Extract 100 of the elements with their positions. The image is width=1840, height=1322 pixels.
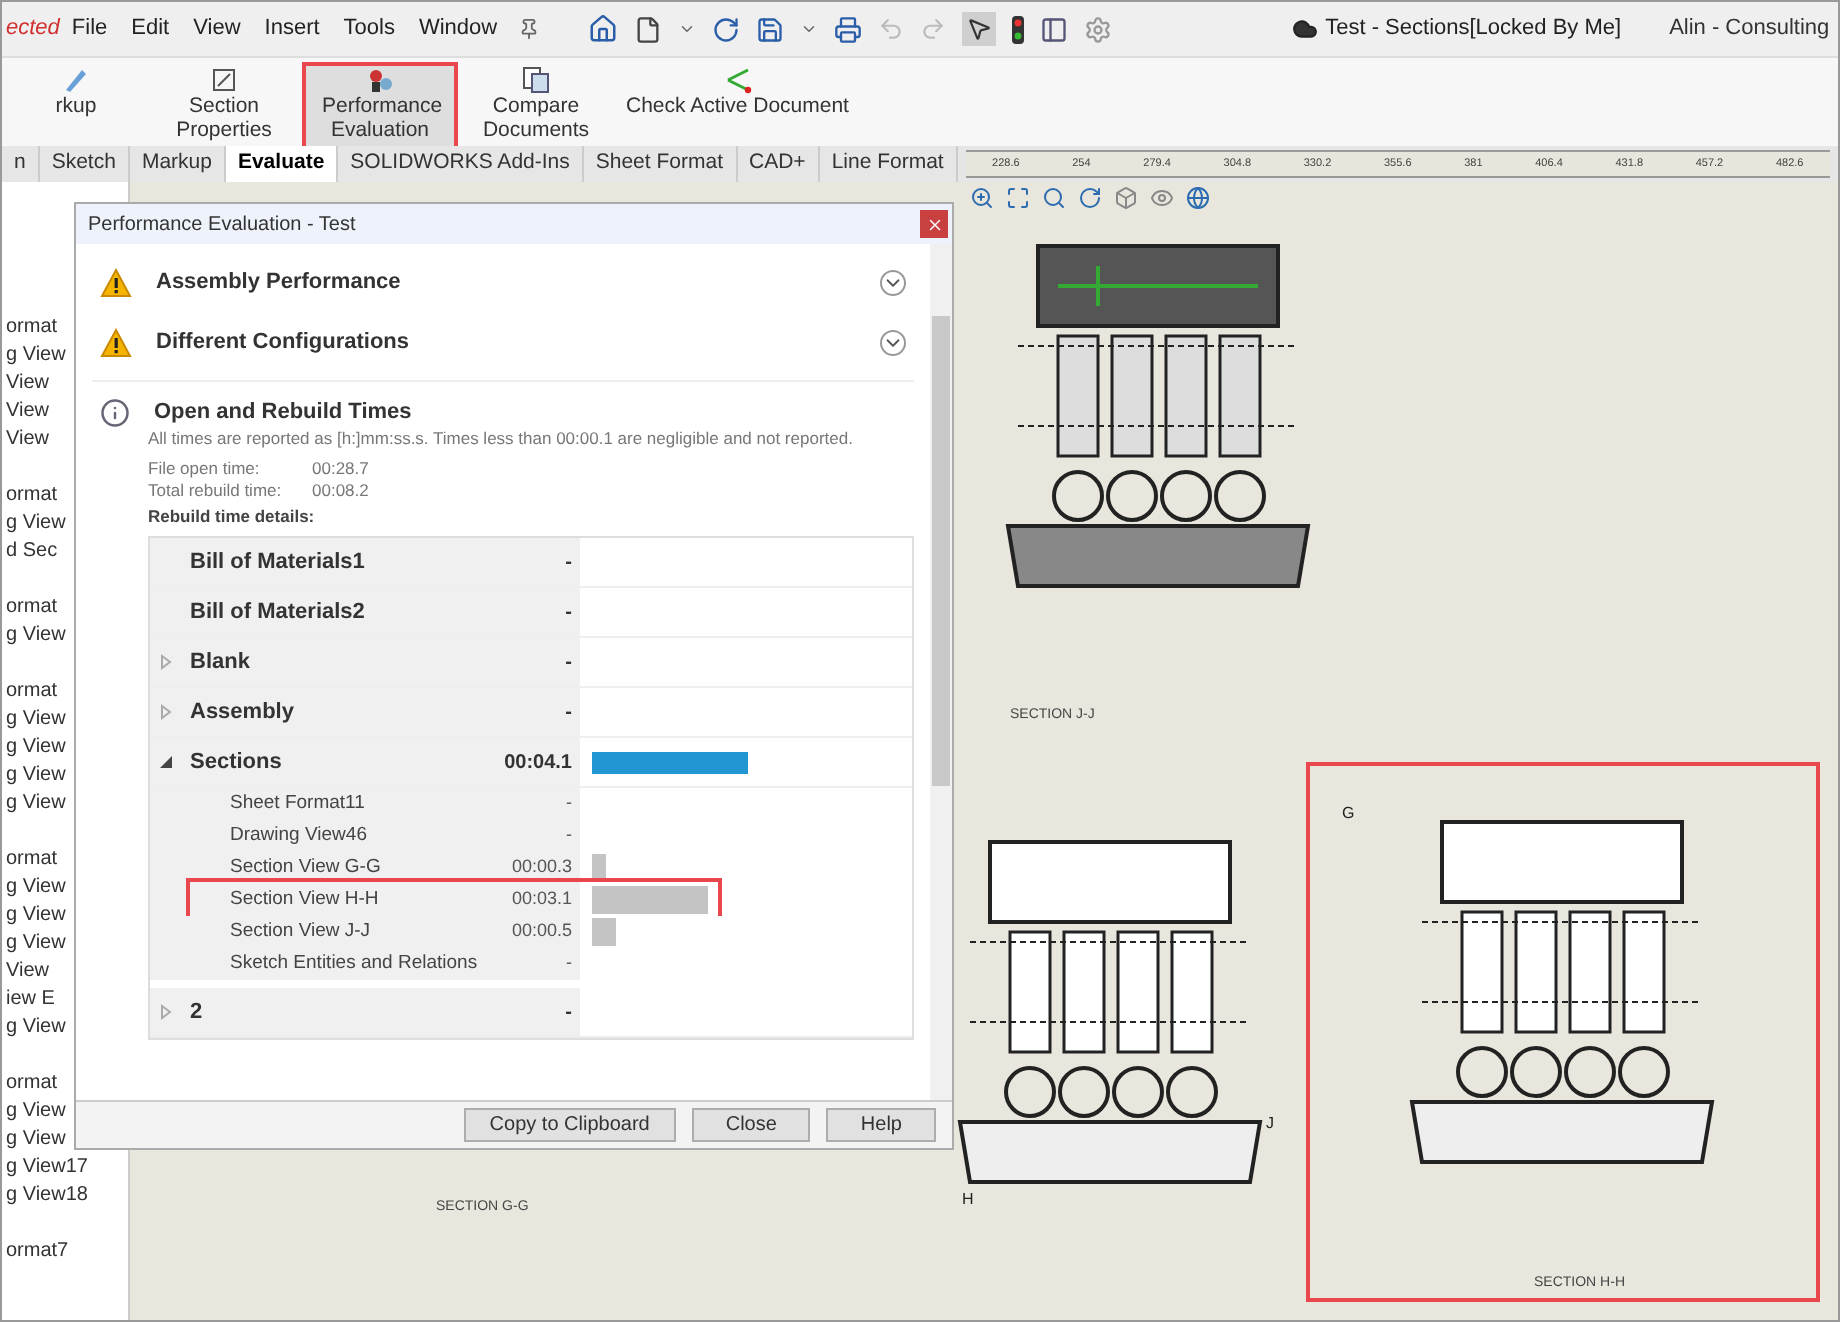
warning-icon [100, 327, 132, 357]
caret-icon[interactable] [677, 20, 696, 38]
panel-icon[interactable] [1039, 15, 1068, 43]
tree-item[interactable]: View [2, 370, 49, 398]
rebuild-row[interactable]: Drawing View46 - [150, 820, 580, 852]
row-time: - [565, 599, 572, 627]
zoom-fit-icon[interactable] [1006, 186, 1030, 210]
row-name: Section View G-G [230, 853, 381, 882]
rebuild-row[interactable]: 2 - [150, 988, 580, 1036]
tree-item[interactable]: ormat [2, 482, 58, 510]
tree-item[interactable]: View [2, 398, 49, 426]
tree-item[interactable]: g View [2, 734, 66, 762]
row-name: Assembly [190, 697, 294, 728]
rebuild-row[interactable]: Bill of Materials1 - [150, 538, 580, 586]
ribbon-button[interactable]: rkup [2, 66, 150, 146]
ribbon-button[interactable]: Compare Documents [462, 66, 610, 146]
section-title: Different Configurations [156, 327, 409, 358]
menu-item[interactable]: Tools [331, 12, 407, 46]
close-icon[interactable] [925, 215, 943, 233]
caret-icon[interactable] [799, 20, 818, 38]
dialog-button[interactable]: Help [826, 1108, 936, 1142]
tree-item[interactable]: g View [2, 342, 66, 370]
box-icon[interactable] [1114, 186, 1138, 210]
section-title: Assembly Performance [156, 267, 401, 298]
search-icon[interactable] [1042, 186, 1066, 210]
tree-item[interactable]: g View [2, 510, 66, 538]
row-name: Sketch Entities and Relations [230, 949, 478, 978]
tree-item[interactable]: g View [2, 622, 66, 650]
ribbon-button[interactable]: Performance Evaluation [306, 66, 454, 146]
tree-item[interactable]: g View [2, 930, 66, 958]
settings-icon[interactable] [1083, 15, 1112, 43]
rebuild-row[interactable]: Sketch Entities and Relations - [150, 948, 580, 980]
rotate-icon[interactable] [1078, 186, 1102, 210]
row-name: Section View J-J [230, 917, 371, 946]
info-icon [100, 398, 130, 428]
eye-icon[interactable] [1150, 186, 1174, 210]
account-name[interactable]: Alin - Consulting [1621, 12, 1830, 46]
tree-item[interactable]: g View [2, 790, 66, 818]
tree-item[interactable]: ormat [2, 594, 58, 622]
new-document-icon[interactable] [633, 15, 662, 43]
rebuild-row[interactable]: Section View H-H 00:03.1 [150, 884, 580, 916]
tree-item[interactable]: g View18 [2, 1182, 88, 1210]
cloud-icon [1291, 16, 1318, 42]
tree-item[interactable]: ormat [2, 314, 58, 342]
tree-item[interactable]: View [2, 958, 49, 986]
home-icon[interactable] [587, 14, 618, 44]
rebuild-row[interactable]: Blank - [150, 638, 580, 686]
dialog-button[interactable]: Copy to Clipboard [463, 1108, 676, 1142]
pen-icon [62, 66, 90, 94]
time-label: File open time: [148, 458, 262, 480]
rebuild-row[interactable]: Assembly - [150, 688, 580, 736]
tree-item[interactable]: g View [2, 1098, 66, 1126]
tab[interactable]: Evaluate [225, 146, 339, 182]
expanded-arrow-icon[interactable] [158, 754, 174, 770]
tree-item[interactable]: g View [2, 1014, 66, 1042]
row-time: - [566, 790, 572, 817]
expand-icon[interactable] [880, 329, 906, 355]
tree-item[interactable]: ormat [2, 1070, 58, 1098]
time-value: 00:28.7 [312, 458, 369, 480]
traffic-light-icon[interactable] [1011, 15, 1024, 43]
tree-item[interactable]: ormat7 [2, 1238, 69, 1266]
tree-item[interactable]: g View [2, 1126, 66, 1154]
section-marker: G [1342, 802, 1355, 826]
menu-item[interactable]: Edit [119, 12, 182, 46]
tree-item[interactable]: ormat [2, 678, 58, 706]
rebuild-row[interactable]: Section View J-J 00:00.5 [150, 916, 580, 948]
tree-item[interactable]: g View17 [2, 1154, 88, 1182]
select-icon[interactable] [961, 12, 996, 46]
close-button[interactable] [920, 210, 948, 238]
menu-item[interactable]: View [181, 12, 253, 46]
ribbon-button[interactable]: Section Properties [150, 66, 298, 146]
zoom-icon[interactable] [970, 186, 994, 210]
print-icon[interactable] [833, 15, 862, 43]
pin-icon[interactable] [517, 18, 540, 40]
warning-icon [100, 267, 132, 297]
tree-item[interactable]: g View [2, 706, 66, 734]
menu-item[interactable]: File [59, 12, 120, 46]
globe-icon[interactable] [1186, 186, 1210, 210]
scrollbar[interactable] [930, 244, 952, 1100]
tree-item[interactable]: iew E [2, 986, 55, 1014]
row-name: Blank [190, 647, 250, 678]
tree-item[interactable]: g View [2, 874, 66, 902]
row-name: Sections [190, 747, 282, 778]
dialog-button[interactable]: Close [691, 1108, 811, 1142]
rebuild-row[interactable]: Sheet Format11 - [150, 788, 580, 820]
row-time: - [565, 649, 572, 677]
menu-item[interactable]: Window [406, 12, 510, 46]
tree-item[interactable]: d Sec [2, 538, 58, 566]
rebuild-row[interactable]: Bill of Materials2 - [150, 588, 580, 636]
save-icon[interactable] [755, 15, 784, 43]
menu-item[interactable]: Insert [252, 12, 332, 46]
expand-icon[interactable] [880, 269, 906, 295]
ribbon-button[interactable]: Check Active Document [610, 66, 865, 146]
tree-item[interactable]: g View [2, 762, 66, 790]
tree-item[interactable]: ormat [2, 846, 58, 874]
section-title: Open and Rebuild Times [154, 398, 412, 429]
tree-item[interactable]: g View [2, 902, 66, 930]
rebuild-row[interactable]: Sections 00:04.1 [150, 738, 580, 786]
tree-item[interactable]: View [2, 426, 49, 454]
section-icon [210, 66, 238, 94]
